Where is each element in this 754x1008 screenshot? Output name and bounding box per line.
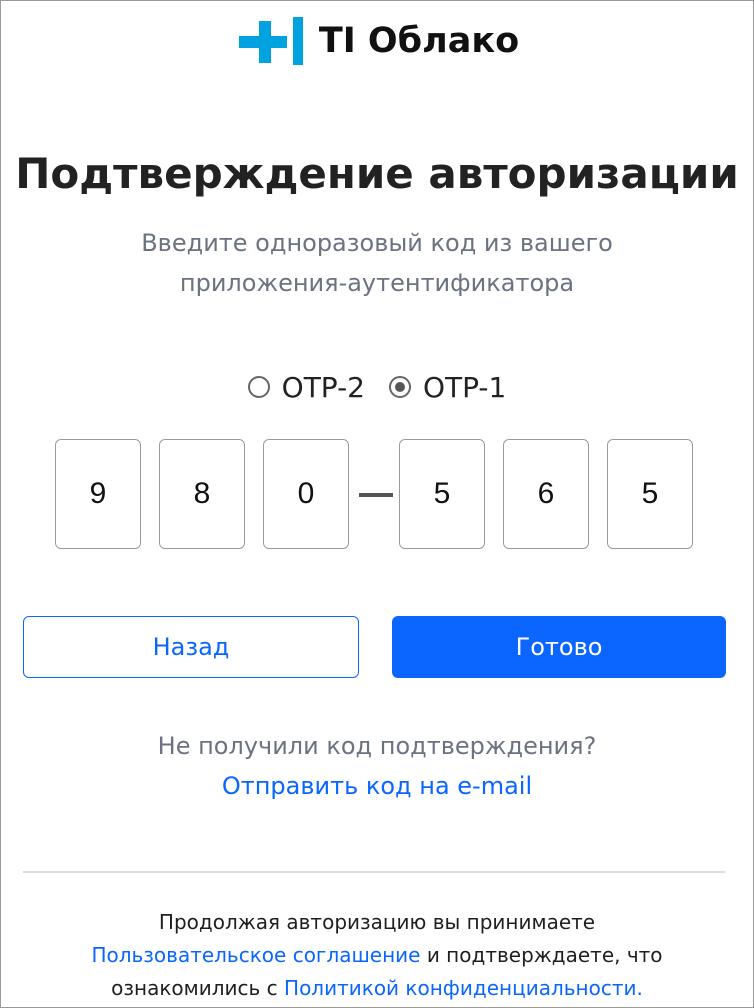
radio-unchecked-icon[interactable] xyxy=(247,376,270,398)
otp-digit-1[interactable]: 9 xyxy=(55,439,141,549)
footer-line-2: Пользовательское соглашение и подтвержда… xyxy=(21,939,733,972)
back-button[interactable]: Назад xyxy=(23,616,359,678)
otp-digit-2[interactable]: 8 xyxy=(159,439,245,549)
radio-checked-icon[interactable] xyxy=(389,376,411,398)
privacy-policy-link[interactable]: Политикой конфиденциальности. xyxy=(284,976,643,1000)
plus-bar-logo-icon xyxy=(235,15,305,67)
otp-separator xyxy=(359,493,393,497)
otp-mode-radio-group: OTP-2 OTP-1 xyxy=(1,367,753,407)
brand-logo: TI Облако xyxy=(1,15,753,67)
otp-digit-4[interactable]: 5 xyxy=(399,439,485,549)
footer-line-3: ознакомились с Политикой конфиденциально… xyxy=(21,972,733,1005)
subtitle-line-1: Введите одноразовый код из вашего xyxy=(141,229,613,257)
auth-confirmation-page: TI Облако Подтверждение авторизации Введ… xyxy=(0,0,754,1008)
user-agreement-link[interactable]: Пользовательское соглашение xyxy=(91,943,420,967)
page-title: Подтверждение авторизации xyxy=(15,149,739,198)
legal-footer: Продолжая авторизацию вы принимаете Поль… xyxy=(21,906,733,1005)
page-subtitle: Введите одноразовый код из вашего прилож… xyxy=(61,223,693,303)
divider xyxy=(23,871,725,873)
brand-name: TI Облако xyxy=(318,21,520,61)
otp-digit-3[interactable]: 0 xyxy=(263,439,349,549)
otp-digit-6[interactable]: 5 xyxy=(607,439,693,549)
send-code-email-link[interactable]: Отправить код на e-mail xyxy=(1,771,753,801)
otp-digit-5[interactable]: 6 xyxy=(503,439,589,549)
footer-line-1: Продолжая авторизацию вы принимаете xyxy=(158,910,596,934)
done-button[interactable]: Готово xyxy=(392,616,726,678)
footer-prefix-text: ознакомились с xyxy=(111,976,285,1000)
otp-code-input-group: 9 8 0 5 6 5 xyxy=(55,439,695,551)
otp-1-radio[interactable]: OTP-1 xyxy=(389,371,506,404)
subtitle-line-2: приложения-аутентификатора xyxy=(179,269,575,297)
otp-1-label: OTP-1 xyxy=(423,370,507,404)
otp-2-label: OTP-2 xyxy=(281,370,365,404)
no-code-question: Не получили код подтверждения? xyxy=(157,732,597,760)
footer-middle-text: и подтверждаете, что xyxy=(420,943,663,967)
otp-2-radio[interactable]: OTP-2 xyxy=(247,370,365,404)
